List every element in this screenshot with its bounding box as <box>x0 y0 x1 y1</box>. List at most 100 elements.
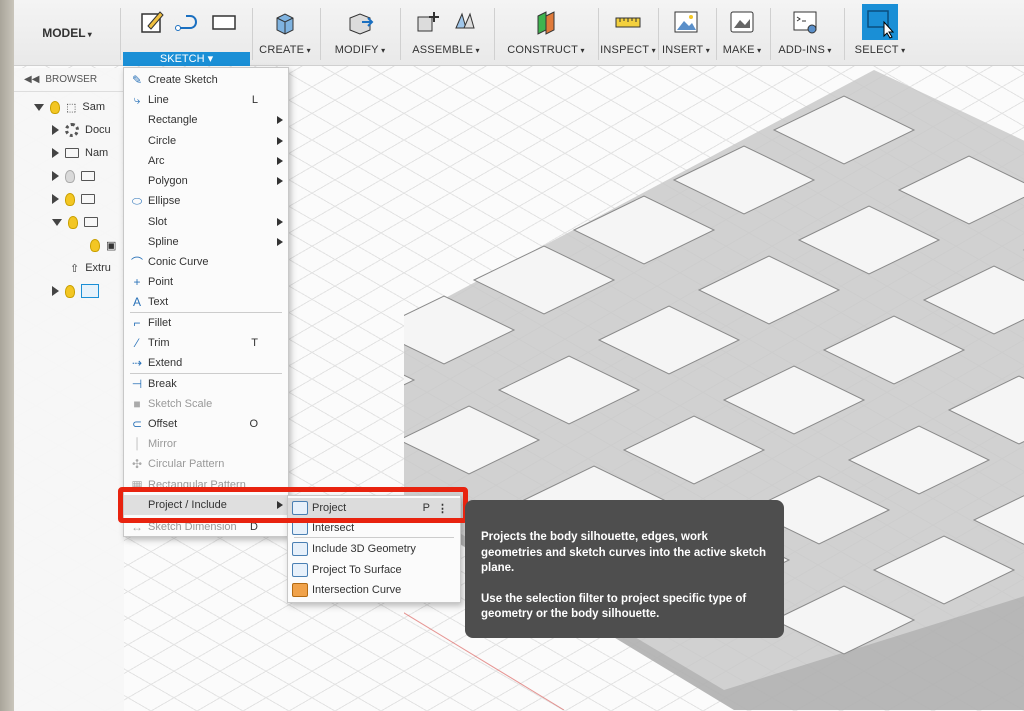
submenu-item-label: Project To Surface <box>312 564 402 576</box>
create-group[interactable]: CREATE <box>254 0 316 66</box>
text-icon: A <box>132 295 141 309</box>
visibility-bulb-icon[interactable] <box>65 169 75 183</box>
menu-item-label: Point <box>148 276 174 288</box>
menu-separator <box>294 537 454 538</box>
tree-row-root[interactable]: ⬚ Sam <box>34 96 105 118</box>
expand-icon[interactable] <box>52 171 59 181</box>
tree-row-sketch[interactable]: ▣ <box>90 234 116 256</box>
joint-icon[interactable] <box>450 8 478 36</box>
point-icon: + <box>133 275 141 289</box>
shortcut-key: O <box>249 418 258 430</box>
line-icon[interactable] <box>174 8 202 36</box>
menu-item-slot[interactable]: Slot <box>124 212 288 232</box>
menu-item-point[interactable]: + Point <box>124 272 288 292</box>
box-extrude-icon[interactable] <box>271 8 299 36</box>
trim-icon: ⁄ <box>135 336 138 350</box>
insert-image-icon[interactable] <box>672 8 700 36</box>
tree-row-document-settings[interactable]: Docu <box>52 119 111 141</box>
menu-item-sketch-scale[interactable]: ■ Sketch Scale <box>124 394 288 414</box>
menu-item-label: Rectangle <box>148 114 198 126</box>
tree-row-body[interactable] <box>52 280 99 302</box>
expand-icon[interactable] <box>34 103 44 111</box>
tree-row-label: Extru <box>85 262 111 274</box>
menu-item-label: Slot <box>148 216 167 228</box>
submenu-arrow-icon <box>277 116 283 124</box>
folder-icon <box>81 171 95 181</box>
project-to-surface-icon <box>292 563 308 577</box>
menu-item-label: Sketch Scale <box>148 398 213 410</box>
menu-item-break[interactable]: ⊣ Break <box>124 374 288 394</box>
tree-row-folder[interactable] <box>52 188 95 210</box>
visibility-bulb-icon[interactable] <box>68 215 78 229</box>
menu-item-fillet[interactable]: ⌐ Fillet <box>124 313 288 333</box>
menu-item-rectangle[interactable]: Rectangle <box>124 110 288 130</box>
expand-icon[interactable] <box>52 218 62 226</box>
project-tooltip: Projects the body silhouette, edges, wor… <box>465 500 784 638</box>
rectangle-icon[interactable] <box>210 8 238 36</box>
submenu-arrow-icon <box>277 177 283 185</box>
expand-icon[interactable] <box>52 286 59 296</box>
menu-item-ellipse[interactable]: ⬭ Ellipse <box>124 191 288 211</box>
visibility-bulb-icon[interactable] <box>90 238 100 252</box>
menu-item-polygon[interactable]: Polygon <box>124 171 288 191</box>
tree-row-named-views[interactable]: Nam <box>52 142 108 164</box>
menu-item-label: Trim <box>148 337 170 349</box>
create-sketch-icon[interactable] <box>138 8 166 36</box>
assemble-group[interactable]: ASSEMBLE <box>402 0 490 66</box>
menu-item-mirror[interactable]: ⏐ Mirror <box>124 434 288 454</box>
expand-icon[interactable] <box>52 148 59 158</box>
menu-item-spline[interactable]: Spline <box>124 232 288 252</box>
document-icon: ⬚ <box>66 101 77 114</box>
browser-header[interactable]: ◀◀ BROWSER <box>14 68 124 92</box>
press-pull-icon[interactable] <box>346 8 374 36</box>
tree-row-sketches[interactable] <box>52 211 98 233</box>
sketch-label: SKETCH <box>159 53 205 65</box>
visibility-bulb-icon[interactable] <box>65 192 75 206</box>
submenu-item-label: Intersection Curve <box>312 584 402 596</box>
select-group[interactable]: SELECT <box>848 0 912 66</box>
submenu-item-label: Intersect <box>312 522 355 534</box>
ellipse-icon: ⬭ <box>131 193 143 208</box>
menu-item-circular-pattern[interactable]: ✣ Circular Pattern <box>124 454 288 474</box>
inspect-group[interactable]: INSPECT <box>600 0 656 66</box>
tree-row-folder[interactable] <box>52 165 95 187</box>
menu-item-text[interactable]: A Text <box>124 292 288 312</box>
construct-group[interactable]: CONSTRUCT <box>496 0 596 66</box>
insert-group[interactable]: INSERT <box>658 0 714 66</box>
visibility-bulb-icon[interactable] <box>50 100 60 114</box>
menu-item-arc[interactable]: Arc <box>124 151 288 171</box>
menu-item-create-sketch[interactable]: ✎ Create Sketch <box>124 70 288 90</box>
visibility-bulb-icon[interactable] <box>65 284 75 298</box>
slot-icon <box>128 214 146 230</box>
submenu-item-intersection-curve[interactable]: Intersection Curve <box>288 580 460 600</box>
spline-icon <box>128 234 146 250</box>
tree-row-extrude[interactable]: ⇧ Extru <box>70 257 111 279</box>
workspace-switcher[interactable]: MODEL <box>14 0 120 66</box>
menu-item-conic-curve[interactable]: ⌒ Conic Curve <box>124 252 288 272</box>
offset-plane-icon[interactable] <box>532 8 560 36</box>
scripts-icon[interactable] <box>791 8 819 36</box>
toolbar-divider <box>120 8 121 60</box>
intersect-icon <box>292 521 308 535</box>
toolbar-divider <box>844 8 845 60</box>
menu-item-trim[interactable]: ⁄ Trim T <box>124 333 288 353</box>
sketch-dropdown-button[interactable]: SKETCH ▾ <box>123 52 250 66</box>
measure-icon[interactable] <box>614 8 642 36</box>
collapse-icon[interactable]: ◀◀ <box>24 74 39 85</box>
menu-item-offset[interactable]: ⊂ Offset O <box>124 414 288 434</box>
menu-item-circle[interactable]: Circle <box>124 131 288 151</box>
arc-icon <box>128 153 146 169</box>
addins-group[interactable]: ADD-INS <box>770 0 840 66</box>
expand-icon[interactable] <box>52 125 59 135</box>
submenu-item-project-to-surface[interactable]: Project To Surface <box>288 560 460 580</box>
modify-group[interactable]: MODIFY <box>324 0 396 66</box>
offset-icon: ⊂ <box>131 417 143 431</box>
print-3d-icon[interactable] <box>728 8 756 36</box>
expand-icon[interactable] <box>52 194 59 204</box>
make-group[interactable]: MAKE <box>716 0 768 66</box>
new-component-icon[interactable] <box>414 8 442 36</box>
menu-item-line[interactable]: ⤷ Line L <box>124 90 288 110</box>
select-cursor-icon[interactable] <box>862 4 898 40</box>
submenu-item-include-3d-geometry[interactable]: Include 3D Geometry <box>288 539 460 559</box>
menu-item-extend[interactable]: ⇢ Extend <box>124 353 288 373</box>
